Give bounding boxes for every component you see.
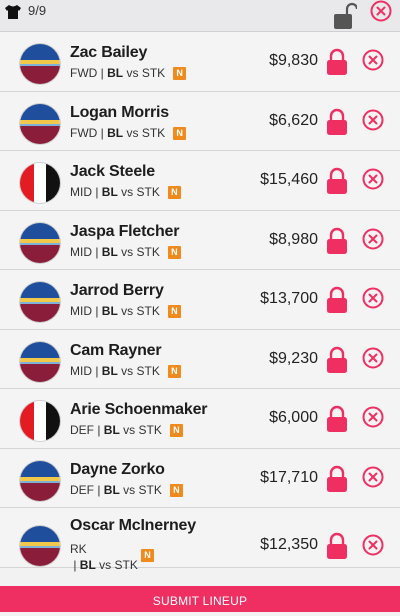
player-row[interactable]: Jack Steele MID | BL vs STK N $15,460: [0, 151, 400, 211]
news-badge[interactable]: N: [173, 67, 187, 81]
remove-player-icon[interactable]: [362, 466, 384, 488]
submit-lineup-button[interactable]: SUBMIT LINEUP: [0, 586, 400, 612]
player-name[interactable]: Jarrod Berry: [70, 282, 164, 300]
team-guernsey-icon: [20, 460, 60, 501]
team-guernsey-icon: [20, 222, 60, 263]
player-meta: MID | BL vs STK N: [70, 185, 181, 200]
player-meta: MID | BL vs STK N: [70, 364, 181, 378]
player-price: $9,230: [269, 349, 318, 367]
player-row[interactable]: Jaspa Fletcher MID | BL vs STK N $8,980: [0, 210, 400, 270]
player-name[interactable]: Logan Morris: [70, 104, 169, 122]
news-badge[interactable]: N: [173, 126, 187, 140]
lock-icon[interactable]: [326, 167, 348, 195]
lock-icon[interactable]: [326, 48, 348, 76]
team-guernsey-icon: [20, 44, 60, 84]
remove-player-icon[interactable]: [362, 168, 384, 190]
player-price: $17,710: [260, 468, 318, 486]
news-badge[interactable]: N: [169, 483, 183, 497]
player-row[interactable]: Logan Morris FWD | BL vs STK N $6,620: [0, 91, 400, 151]
player-price: $6,000: [269, 409, 318, 426]
player-price: $9,830: [269, 52, 318, 69]
player-name[interactable]: Oscar McInerney: [70, 517, 196, 535]
lineup-count: 9/9: [28, 3, 47, 18]
news-badge[interactable]: N: [167, 245, 181, 259]
remove-player-icon[interactable]: [362, 347, 384, 369]
lock-icon[interactable]: [326, 227, 348, 255]
lock-icon[interactable]: [326, 108, 348, 136]
lock-icon[interactable]: [326, 405, 348, 433]
player-name[interactable]: Cam Rayner: [70, 342, 162, 360]
news-badge[interactable]: N: [167, 364, 181, 378]
remove-player-icon[interactable]: [362, 406, 384, 428]
player-meta: FWD | BL vs STK N: [70, 126, 187, 140]
close-icon[interactable]: [370, 0, 392, 22]
player-price: $6,620: [269, 111, 318, 129]
top-bar: 9/9: [0, 0, 400, 32]
lock-icon[interactable]: [326, 465, 348, 493]
player-row[interactable]: Arie Schoenmaker DEF | BL vs STK N $6,000: [0, 389, 400, 449]
player-meta: RK | BL vs STK: [70, 542, 138, 572]
player-price: $13,700: [260, 290, 318, 307]
player-meta: FWD | BL vs STK N: [70, 66, 187, 81]
team-guernsey-icon: [20, 103, 60, 144]
player-list: Zac Bailey FWD | BL vs STK N $9,830 Logan Mo…: [0, 32, 400, 572]
player-meta: MID | BL vs STK N: [70, 304, 181, 319]
player-name[interactable]: Jaspa Fletcher: [70, 223, 179, 241]
player-name[interactable]: Jack Steele: [70, 163, 155, 181]
remove-player-icon[interactable]: [362, 534, 384, 556]
player-meta: DEF | BL vs STK N: [70, 483, 183, 497]
jersey-icon: [5, 5, 21, 19]
player-price: $8,980: [269, 230, 318, 248]
remove-player-icon[interactable]: [362, 49, 384, 71]
player-row[interactable]: Cam Rayner MID | BL vs STK N $9,230: [0, 329, 400, 389]
news-badge[interactable]: N: [169, 424, 183, 438]
lock-icon[interactable]: [326, 286, 348, 314]
remove-player-icon[interactable]: [362, 228, 384, 250]
team-guernsey-icon: [20, 163, 60, 203]
player-name[interactable]: Arie Schoenmaker: [70, 401, 208, 419]
team-guernsey-icon: [20, 401, 60, 441]
news-badge[interactable]: N: [141, 549, 154, 562]
player-row[interactable]: Dayne Zorko DEF | BL vs STK N $17,710: [0, 448, 400, 508]
player-meta: MID | BL vs STK N: [70, 245, 181, 259]
remove-player-icon[interactable]: [362, 109, 384, 131]
news-badge[interactable]: N: [167, 186, 181, 200]
team-guernsey-icon: [20, 282, 60, 322]
lock-icon[interactable]: [326, 532, 348, 560]
player-price: $12,350: [260, 536, 318, 553]
unlock-icon[interactable]: [333, 2, 357, 30]
team-guernsey-icon: [20, 526, 60, 566]
player-price: $15,460: [260, 171, 318, 188]
player-row[interactable]: Jarrod Berry MID | BL vs STK N $13,700: [0, 270, 400, 330]
player-row[interactable]: Oscar McInerney RK | BL vs STK N $12,350: [0, 508, 400, 572]
player-name[interactable]: Dayne Zorko: [70, 461, 165, 479]
remove-player-icon[interactable]: [362, 287, 384, 309]
lock-icon[interactable]: [326, 346, 348, 374]
player-row[interactable]: Zac Bailey FWD | BL vs STK N $9,830: [0, 32, 400, 92]
player-meta: DEF | BL vs STK N: [70, 423, 183, 438]
news-badge[interactable]: N: [167, 305, 181, 319]
player-name[interactable]: Zac Bailey: [70, 44, 147, 62]
team-guernsey-icon: [20, 341, 60, 382]
